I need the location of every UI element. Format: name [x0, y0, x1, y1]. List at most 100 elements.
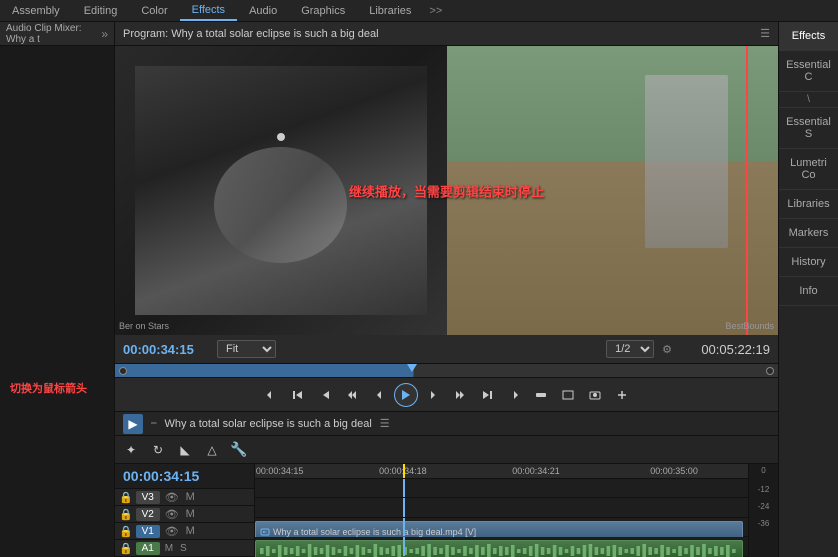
lock-icon-v2[interactable]: 🔒	[119, 508, 133, 521]
video-split: Ber on Stars BestBounds	[115, 46, 778, 335]
timecode-in-display[interactable]: 00:00:34:15	[123, 342, 213, 357]
timeline-tool-4[interactable]: △	[200, 438, 224, 462]
timeline-tool-2[interactable]: ↻	[146, 438, 170, 462]
vu-label-12: -12	[749, 477, 778, 494]
track-eye-v2[interactable]: 👁	[163, 507, 181, 522]
track-a1-s[interactable]: S	[178, 543, 189, 554]
audio-clip-a1[interactable]	[255, 540, 743, 557]
timeline-panel: ▶ ⎯ Why a total solar eclipse is such a …	[115, 412, 778, 557]
add-edit-button[interactable]	[610, 383, 634, 407]
play-button[interactable]	[394, 383, 418, 407]
timeline-toolbar: ✦ ↻ ◣ △ 🔧	[115, 436, 778, 464]
timeline-tool-1[interactable]: ✦	[119, 438, 143, 462]
scrubber-bar[interactable]	[115, 364, 778, 377]
monitor-menu-icon[interactable]: ☰	[760, 27, 770, 40]
timeline-tool-3[interactable]: ◣	[173, 438, 197, 462]
monitor-title: Program: Why a total solar eclipse is su…	[123, 28, 379, 40]
scrubber-right-handle[interactable]	[766, 367, 774, 375]
timeline-scrubber[interactable]	[115, 363, 778, 377]
right-panel-essential-c[interactable]: Essential C	[779, 51, 838, 92]
to-start-button[interactable]	[286, 383, 310, 407]
nav-libraries[interactable]: Libraries	[357, 0, 423, 21]
time-marker-2: 00:00:34:21	[512, 466, 560, 476]
nav-audio[interactable]: Audio	[237, 0, 289, 21]
mark-out-button[interactable]	[502, 383, 526, 407]
safe-margins-button[interactable]	[556, 383, 580, 407]
vu-label-36: -36	[749, 511, 778, 528]
track-label-v2[interactable]: V2	[136, 508, 160, 521]
fit-dropdown[interactable]: Fit 25% 50% 75% 100%	[217, 340, 276, 358]
scrubber-left-handle[interactable]	[119, 367, 127, 375]
audio-waveform	[260, 542, 738, 557]
shuttle-back-button[interactable]	[340, 383, 364, 407]
nav-effects[interactable]: Effects	[180, 0, 237, 21]
step-fwd-button[interactable]	[421, 383, 445, 407]
thumb-left: Ber on Stars	[115, 46, 447, 335]
right-panel-markers[interactable]: Markers	[779, 219, 838, 248]
audio-mixer-expand[interactable]: »	[101, 27, 108, 41]
track-row-v2: 🔒 V2 👁 M	[115, 506, 254, 523]
to-end-button[interactable]	[475, 383, 499, 407]
red-line	[746, 46, 748, 335]
right-panel-effects[interactable]: Effects	[779, 22, 838, 51]
mark-in-button[interactable]	[259, 383, 283, 407]
track-mute-v2[interactable]: M	[184, 507, 197, 521]
track-content-v1: Why a total solar eclipse is such a big …	[255, 518, 748, 538]
track-row-v1: 🔒 V1 👁 M	[115, 523, 254, 540]
program-monitor: Program: Why a total solar eclipse is su…	[115, 22, 778, 412]
playhead-v3	[403, 479, 405, 498]
right-panel-lumetri[interactable]: Lumetri Co	[779, 149, 838, 190]
nav-graphics[interactable]: Graphics	[289, 0, 357, 21]
vu-label-24: -24	[749, 494, 778, 511]
time-ruler: 00:00:34:15 00:00:34:18 00:00:34:21 00:0…	[255, 464, 748, 479]
track-a1-m[interactable]: M	[163, 543, 175, 554]
track-eye-v1[interactable]: 👁	[163, 524, 181, 539]
audio-mixer-title: Audio Clip Mixer: Why a t	[6, 23, 101, 45]
monitor-controls: 00:00:34:15 Fit 25% 50% 75% 100% 1/2 Ful…	[115, 335, 778, 363]
lock-icon-v3[interactable]: 🔒	[119, 491, 133, 504]
timecode-out-display[interactable]: 00:05:22:19	[680, 342, 770, 357]
track-controls: 00:00:34:15 🔒 V3 👁 M 🔒 V2 👁 M	[115, 464, 255, 557]
track-mute-v1[interactable]: M	[184, 524, 197, 538]
nav-more[interactable]: >>	[423, 5, 448, 17]
track-mute-v3[interactable]: M	[184, 490, 197, 504]
timeline-title: Why a total solar eclipse is such a big …	[165, 418, 372, 430]
track-row-v3: 🔒 V3 👁 M	[115, 489, 254, 506]
scrubber-playhead[interactable]	[407, 364, 417, 372]
right-panel-history[interactable]: History	[779, 248, 838, 277]
track-label-a1[interactable]: A1	[136, 542, 160, 555]
lock-icon-v1[interactable]: 🔒	[119, 525, 133, 538]
loop-button[interactable]	[529, 383, 553, 407]
timeline-timecode[interactable]: 00:00:34:15	[115, 464, 254, 489]
top-nav: Assembly Editing Color Effects Audio Gra…	[0, 0, 838, 22]
timeline-tool-5[interactable]: 🔧	[227, 438, 251, 462]
right-panel-essential-s[interactable]: Essential S	[779, 108, 838, 149]
track-label-v1[interactable]: V1	[136, 525, 160, 538]
clip-icon-v1	[260, 527, 270, 537]
playhead-v2	[403, 498, 405, 517]
shuttle-fwd-button[interactable]	[448, 383, 472, 407]
audio-mixer-panel: Audio Clip Mixer: Why a t »	[0, 22, 115, 557]
camera-button[interactable]	[583, 383, 607, 407]
selection-tool-btn[interactable]: ▶	[123, 414, 143, 434]
right-panel-info[interactable]: Info	[779, 277, 838, 306]
thumb-right: BestBounds	[447, 46, 779, 335]
timeline-menu-icon[interactable]: ☰	[380, 417, 390, 430]
video-left: Ber on Stars	[115, 46, 447, 335]
play-marker	[277, 133, 285, 141]
center-area: Program: Why a total solar eclipse is su…	[115, 22, 778, 557]
track-eye-v3[interactable]: 👁	[163, 490, 181, 505]
right-panel-libraries[interactable]: Libraries	[779, 190, 838, 219]
nav-assembly[interactable]: Assembly	[0, 0, 72, 21]
yellow-marker	[403, 464, 405, 478]
thumb-left-label: Ber on Stars	[119, 321, 169, 331]
lock-icon-a1[interactable]: 🔒	[119, 542, 133, 555]
track-label-v3[interactable]: V3	[136, 491, 160, 504]
nav-editing[interactable]: Editing	[72, 0, 130, 21]
settings-icon[interactable]: ⚙	[658, 343, 676, 356]
time-marker-0: 00:00:34:15	[256, 466, 304, 476]
step-back2-button[interactable]	[367, 383, 391, 407]
ratio-dropdown[interactable]: 1/2 Full 1/4	[606, 340, 654, 358]
nav-color[interactable]: Color	[129, 0, 179, 21]
step-back-button[interactable]	[313, 383, 337, 407]
